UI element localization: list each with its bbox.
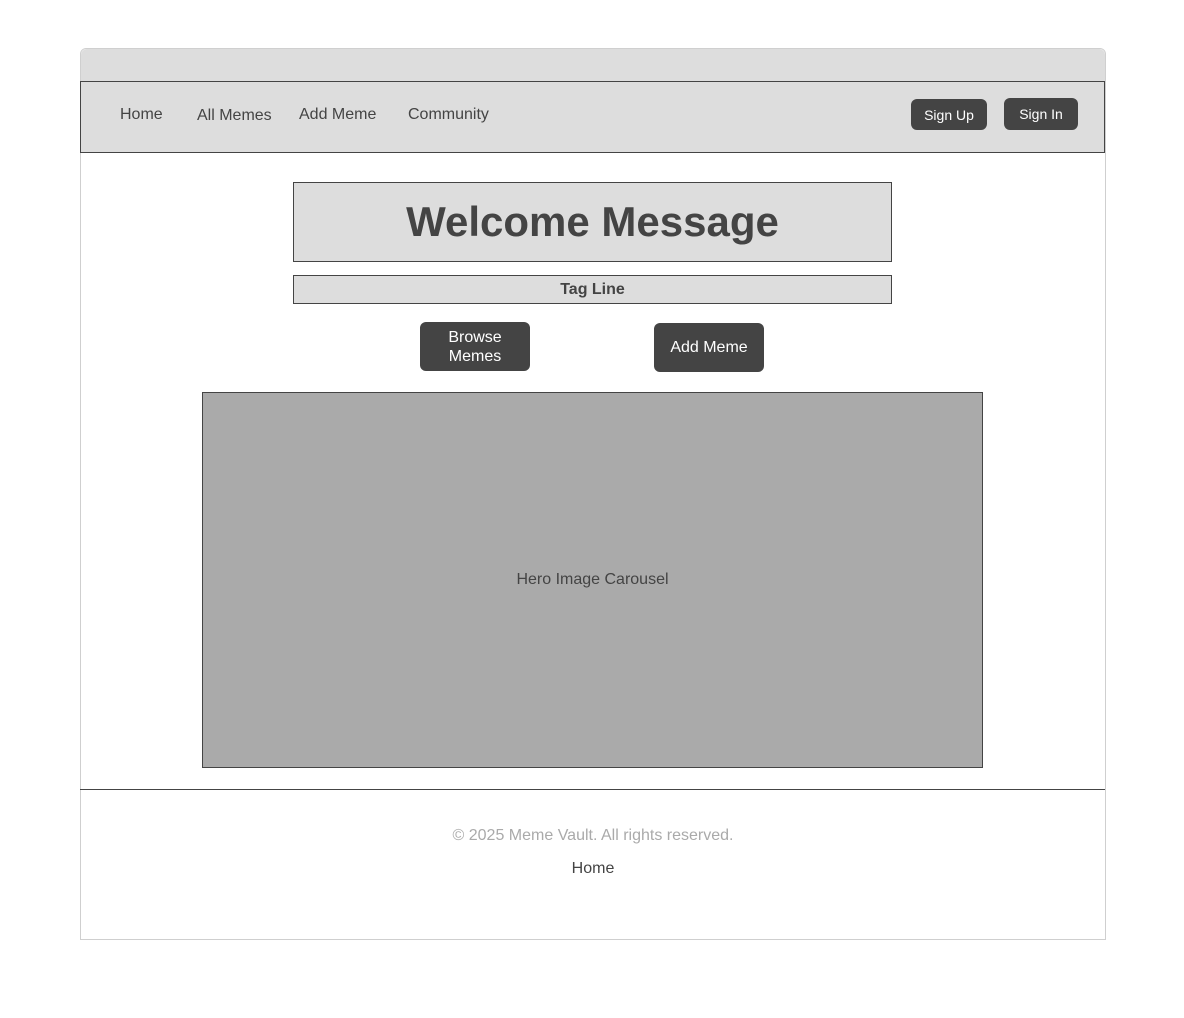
tag-line: Tag Line — [293, 275, 892, 304]
browser-frame: Home All Memes Add Meme Community Sign U… — [80, 48, 1106, 940]
browse-memes-button[interactable]: Browse Memes — [420, 322, 530, 371]
sign-up-button[interactable]: Sign Up — [911, 99, 987, 130]
add-meme-button[interactable]: Add Meme — [654, 323, 764, 372]
nav-link-community[interactable]: Community — [408, 106, 489, 124]
footer-link-home[interactable]: Home — [572, 860, 615, 877]
carousel-label: Hero Image Carousel — [516, 571, 669, 588]
nav-link-all-memes[interactable]: All Memes — [197, 107, 272, 125]
welcome-message: Welcome Message — [293, 182, 892, 262]
title-bar — [81, 49, 1105, 81]
navbar: Home All Memes Add Meme Community Sign U… — [80, 81, 1105, 153]
nav-link-home[interactable]: Home — [120, 106, 163, 124]
footer-divider — [80, 789, 1105, 790]
nav-link-add-meme[interactable]: Add Meme — [299, 106, 376, 124]
footer-nav: Home — [81, 860, 1105, 878]
sign-in-button[interactable]: Sign In — [1004, 98, 1078, 130]
hero-image-carousel[interactable]: Hero Image Carousel — [202, 392, 983, 768]
footer-copyright: © 2025 Meme Vault. All rights reserved. — [452, 827, 734, 844]
